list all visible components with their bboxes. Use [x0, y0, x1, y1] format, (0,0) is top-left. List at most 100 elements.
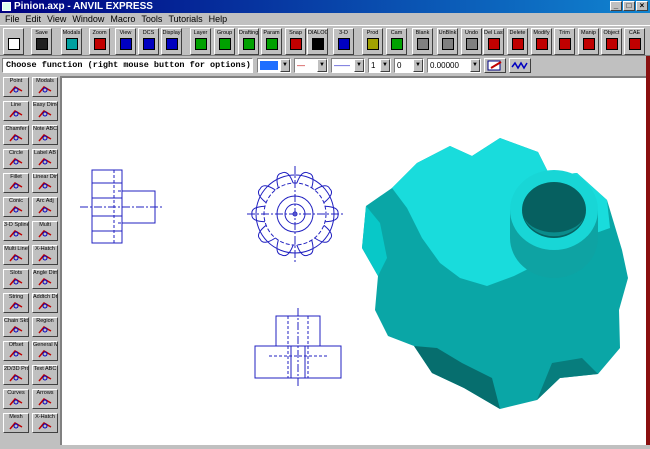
layer-select[interactable]: 0 ▼ [394, 58, 424, 73]
palette-button-label: Arrows [36, 390, 54, 396]
palette-button-9[interactable]: Linear Dimen [32, 173, 58, 193]
toolbar-button-0[interactable] [3, 28, 24, 55]
toolbar-button-14[interactable]: Prod [362, 28, 383, 55]
palette-button-23[interactable]: General Modify [32, 341, 58, 361]
toolbar-button-label: Drafting [239, 30, 258, 36]
palette-button-19[interactable]: Addtch Draft [32, 293, 58, 313]
chevron-down-icon[interactable]: ▼ [354, 59, 364, 72]
palette-button-2[interactable]: Line [3, 101, 29, 121]
palette-button-27[interactable]: Arrows [32, 389, 58, 409]
palette-button-22[interactable]: Offset [3, 341, 29, 361]
toolbar-button-10[interactable]: Param [261, 28, 282, 55]
line-weight-value: —— [334, 61, 350, 70]
line-weight-select[interactable]: —— ▼ [331, 58, 365, 73]
palette-button-5[interactable]: Note ABC [32, 125, 58, 145]
toolbar-button-20[interactable]: Delete [507, 28, 528, 55]
palette-button-16[interactable]: Slots [3, 269, 29, 289]
maximize-button[interactable]: □ [623, 1, 635, 11]
toolbar-button-22[interactable]: Trim [554, 28, 575, 55]
menu-help[interactable]: Help [207, 13, 232, 25]
toolbar-button-4[interactable]: View [115, 28, 136, 55]
color-swatch [260, 61, 278, 70]
palette-button-7[interactable]: Label AB [32, 149, 58, 169]
chevron-down-icon[interactable]: ▼ [380, 59, 390, 72]
palette-button-20[interactable]: Chain Sktch [3, 317, 29, 337]
palette-button-14[interactable]: Multi Line [3, 245, 29, 265]
toolbar-button-12[interactable]: DIALOG [307, 28, 328, 55]
menu-view[interactable]: View [45, 13, 70, 25]
menu-file[interactable]: File [3, 13, 24, 25]
chevron-down-icon[interactable]: ▼ [470, 59, 480, 72]
menu-tools[interactable]: Tools [139, 13, 166, 25]
palette-button-29[interactable]: X-Hatch [32, 413, 58, 433]
palette-button-3[interactable]: Easy Dimen [32, 101, 58, 121]
palette-button-11[interactable]: Arc Adj [32, 197, 58, 217]
palette-button-25[interactable]: Text ABC [32, 365, 58, 385]
toolbar-button-17[interactable]: UnBlnk [437, 28, 458, 55]
toolbar-button-15[interactable]: Cam [386, 28, 407, 55]
toolbar-button-19[interactable]: Del Last [483, 28, 504, 55]
chevron-down-icon[interactable]: ▼ [317, 59, 327, 72]
toolbar-button-18[interactable]: Undo [461, 28, 482, 55]
palette-button-label: Offset [8, 342, 24, 348]
minimize-button[interactable]: _ [610, 1, 622, 11]
toolbar-button-9[interactable]: Drafting [238, 28, 259, 55]
toolbar-button-label: Group [216, 30, 233, 36]
edit-icon[interactable] [484, 58, 506, 73]
line-style-select[interactable]: — ▼ [294, 58, 328, 73]
palette-button-13[interactable]: Multi [32, 221, 58, 241]
palette-button-15[interactable]: X-Hatch [32, 245, 58, 265]
palette-button-18[interactable]: String [3, 293, 29, 313]
toolbar-button-label: Cam [390, 30, 403, 36]
command-prompt: Choose function (right mouse button for … [2, 58, 253, 73]
menu-edit[interactable]: Edit [24, 13, 46, 25]
toolbar-button-21[interactable]: Modify [531, 28, 552, 55]
palette-button-8[interactable]: Fillet [3, 173, 29, 193]
toolbar-button-11[interactable]: Snap [285, 28, 306, 55]
toolbar-button-label: Save [35, 30, 48, 36]
general-modify-icon [38, 349, 52, 359]
toolbar-button-5[interactable]: DCS [138, 28, 159, 55]
palette-button-10[interactable]: Conic [3, 197, 29, 217]
menu-macro[interactable]: Macro [108, 13, 139, 25]
toolbar-button-23[interactable]: Manip [578, 28, 599, 55]
chevron-down-icon[interactable]: ▼ [280, 59, 290, 72]
toolbar-button-2[interactable]: Modals [61, 28, 82, 55]
toolbar-button-16[interactable]: Blank [412, 28, 433, 55]
chevron-down-icon[interactable]: ▼ [413, 59, 423, 72]
toolbar-button-8[interactable]: Group [214, 28, 235, 55]
pinion-section-view [254, 308, 342, 386]
palette-button-28[interactable]: Mesh [3, 413, 29, 433]
color-select[interactable]: ▼ [257, 58, 291, 73]
toolbar-button-24[interactable]: Object [601, 28, 622, 55]
palette-button-26[interactable]: Curves [3, 389, 29, 409]
wave-icon[interactable] [509, 58, 531, 73]
palette-button-4[interactable]: Chamfer [3, 125, 29, 145]
close-button[interactable]: × [636, 1, 648, 11]
palette-button-12[interactable]: 3-D Spline [3, 221, 29, 241]
menu-window[interactable]: Window [70, 13, 108, 25]
palette-button-0[interactable]: Point [3, 77, 29, 97]
prod-icon [367, 38, 379, 50]
value-input[interactable]: 0.00000 ▼ [427, 58, 481, 73]
undo-icon [466, 38, 478, 50]
palette-button-6[interactable]: Circle [3, 149, 29, 169]
toolbar-button-3[interactable]: Zoom [89, 28, 110, 55]
dcs-icon [143, 38, 155, 50]
palette-button-24[interactable]: 2D/3D Project [3, 365, 29, 385]
toolbar-button-label: Undo [464, 30, 479, 36]
toolbar-button-7[interactable]: Layer [190, 28, 211, 55]
toolbar-button-label: CAE [628, 30, 641, 36]
toolbar-button-6[interactable]: Display [161, 28, 182, 55]
toolbar-button-25[interactable]: CAE [624, 28, 645, 55]
toolbar-button-1[interactable]: Save [31, 28, 52, 55]
pen-select[interactable]: 1 ▼ [368, 58, 391, 73]
app-icon[interactable] [2, 2, 11, 11]
drawing-canvas[interactable] [60, 76, 646, 445]
palette-button-21[interactable]: Region [32, 317, 58, 337]
menu-tutorials[interactable]: Tutorials [166, 13, 206, 25]
palette-button-1[interactable]: Modals [32, 77, 58, 97]
conic-icon [9, 205, 23, 215]
toolbar-button-13[interactable]: 3-D [333, 28, 354, 55]
palette-button-17[interactable]: Angle Dimen [32, 269, 58, 289]
